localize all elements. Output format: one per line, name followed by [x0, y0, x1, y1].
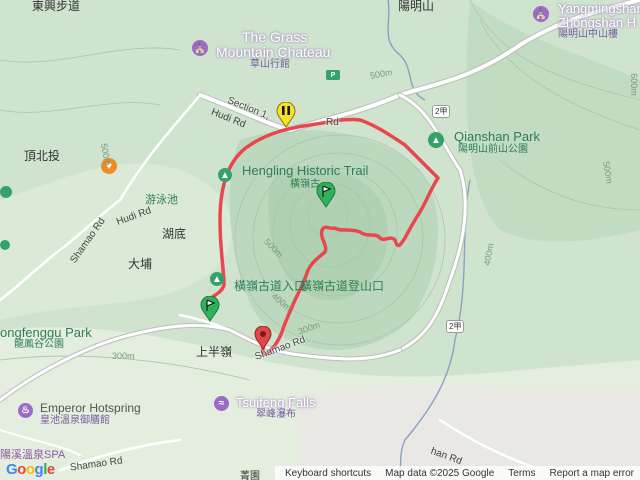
label-hengling-en[interactable]: Hengling Historic Trail	[242, 164, 368, 177]
label-dapu: 大埔	[128, 257, 153, 271]
google-logo: Google	[6, 461, 55, 478]
start-flag-pin[interactable]	[200, 296, 220, 322]
label-hengling-entrance[interactable]: 橫嶺古道入口	[234, 280, 306, 292]
attribution-bar: Keyboard shortcuts Map data ©2025 Google…	[274, 466, 640, 480]
road-label-section1-rd: Rd	[326, 117, 339, 128]
waterfall-icon[interactable]: ≈	[214, 396, 229, 411]
spa-icon[interactable]: ♨	[18, 403, 33, 418]
map-canvas[interactable]: 2甲 2甲 東興步道 陽明山 ⛪ The Grass Mountain Chat…	[0, 0, 640, 480]
label-qianshan-en[interactable]: Qianshan Park	[454, 130, 540, 143]
parking-icon[interactable]: P	[326, 70, 340, 80]
label-yangmingshan-zh: 陽明山中山樓	[558, 29, 618, 40]
pause-pin[interactable]	[276, 102, 296, 128]
park-icon[interactable]	[0, 240, 10, 250]
label-pool: 游泳池	[145, 194, 178, 206]
label-grass-mountain-zh: 草山行館	[250, 59, 290, 70]
park-icon[interactable]: ▲	[428, 132, 444, 148]
label-tsuifeng-zh: 翠峰瀑布	[256, 409, 296, 420]
label-top-center-fragment: 陽明山	[398, 0, 435, 13]
keyboard-shortcuts-link[interactable]: Keyboard shortcuts	[285, 468, 371, 479]
terms-link[interactable]: Terms	[508, 468, 535, 479]
label-grass-mountain-2[interactable]: Mountain Chateau	[216, 45, 330, 59]
museum-icon[interactable]: ⛪	[533, 6, 549, 22]
hiking-icon[interactable]: ▲	[210, 272, 224, 286]
report-error-link[interactable]: Report a map error	[550, 468, 634, 479]
label-hengling-trailhead[interactable]: 橫嶺古道登山口	[300, 280, 384, 292]
map-data-text: Map data ©2025 Google	[385, 467, 495, 479]
waypoint-flag-pin[interactable]	[316, 182, 336, 208]
label-grass-mountain-1[interactable]: The Grass	[242, 30, 307, 44]
label-top-left-fragment: 東興步道	[32, 0, 81, 13]
label-dingbeitou: 頂北投	[24, 149, 61, 163]
end-pin[interactable]	[254, 326, 272, 350]
label-shangbanling: 上半嶺	[196, 345, 233, 359]
label-spa-zh: 陽溪溫泉SPA	[0, 449, 66, 461]
label-emperor-en[interactable]: Emperor Hotspring	[40, 402, 141, 414]
route-2a-shield-top: 2甲	[432, 105, 451, 118]
label-hudi: 湖底	[162, 227, 187, 241]
label-qianshan-zh: 陽明山前山公園	[458, 144, 528, 155]
museum-icon[interactable]: ⛪	[192, 40, 208, 56]
elev-600-right: 600m	[628, 73, 639, 96]
map-footer: Google Keyboard shortcuts Map data ©2025…	[0, 461, 640, 480]
elev-300-left: 300m	[112, 351, 135, 361]
label-tsuifeng-en[interactable]: Tsuifeng Falls	[236, 396, 315, 409]
label-longfenggu-zh: 龍鳳谷公園	[14, 339, 64, 350]
label-emperor-zh: 皇池溫泉御膳館	[40, 415, 110, 426]
hiking-icon[interactable]: ▲	[218, 168, 232, 182]
label-yangmingshan-1[interactable]: Yangmingshan	[558, 2, 640, 15]
label-longfenggu-en[interactable]: ongfenggu Park	[0, 326, 92, 339]
route-2a-shield-bottom: 2甲	[446, 320, 465, 333]
park-icon[interactable]	[0, 186, 12, 198]
label-yangmingshan-2[interactable]: Zhongshan H	[558, 16, 636, 29]
